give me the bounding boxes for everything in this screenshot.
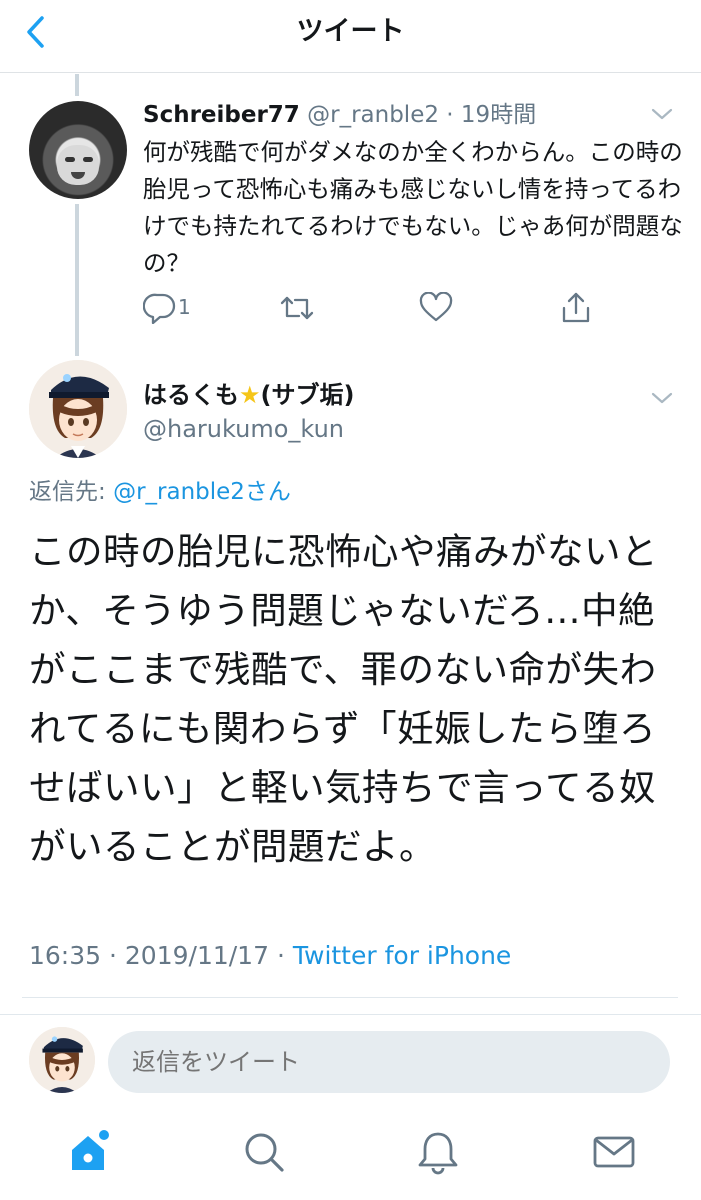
reply-icon xyxy=(142,293,176,325)
tweet-metadata: 16:35 · 2019/11/17 · Twitter for iPhone xyxy=(29,941,512,970)
avatar-illustration xyxy=(29,1027,95,1093)
messages-icon xyxy=(593,1136,635,1168)
tweet-date: 2019/11/17 xyxy=(124,941,269,970)
tab-notifications[interactable] xyxy=(414,1128,462,1176)
tweet-source-link[interactable]: Twitter for iPhone xyxy=(293,941,511,970)
star-icon: ★ xyxy=(239,381,261,409)
tab-home[interactable] xyxy=(66,1128,114,1176)
search-icon xyxy=(245,1133,284,1172)
replying-to: 返信先: @r_ranble2さん xyxy=(29,477,291,507)
author-name-text: はるくも xyxy=(143,381,239,409)
main-more-button[interactable] xyxy=(650,388,674,408)
parent-tweet-text: 何が残酷で何がダメなのか全くわからん。この時の胎児って恐怖心も痛みも感じないし情… xyxy=(143,138,683,277)
tab-search[interactable] xyxy=(240,1128,288,1176)
reply-to-link[interactable]: @r_ranble2さん xyxy=(113,479,291,505)
parent-more-button[interactable] xyxy=(650,104,674,124)
thread-line-top xyxy=(75,74,79,96)
retweet-button[interactable] xyxy=(279,292,315,324)
parent-handle[interactable]: @r_ranble2 xyxy=(307,102,439,128)
reply-input[interactable] xyxy=(108,1031,670,1093)
author-display-name[interactable]: はるくも★(サブ垢) xyxy=(143,378,354,412)
parent-display-name[interactable]: Schreiber77 xyxy=(143,102,300,128)
compose-avatar[interactable] xyxy=(29,1027,95,1093)
chevron-down-icon xyxy=(651,392,673,404)
main-tweet-text: この時の胎児に恐怖心や痛みがないとか、そうゆう問題じゃないだろ…中絶がここまで残… xyxy=(29,530,658,868)
notifications-icon xyxy=(418,1132,458,1175)
like-button[interactable] xyxy=(418,291,454,324)
parent-tweet-header: Schreiber77 @r_ranble2 · 19時間 xyxy=(143,102,537,128)
retweet-icon xyxy=(280,296,314,320)
tab-messages[interactable] xyxy=(590,1128,638,1176)
share-button[interactable] xyxy=(560,292,592,324)
author-handle[interactable]: @harukumo_kun xyxy=(143,413,344,445)
parent-timestamp[interactable]: 19時間 xyxy=(461,102,536,128)
author-avatar[interactable] xyxy=(29,360,127,458)
tweet-time: 16:35 xyxy=(29,941,102,970)
divider xyxy=(22,997,678,998)
chevron-down-icon xyxy=(651,108,673,120)
home-icon xyxy=(72,1130,109,1170)
page-title: ツイート xyxy=(296,16,405,47)
reply-to-label: 返信先: xyxy=(29,479,106,505)
thread-line-bottom xyxy=(75,204,79,356)
reply-count: 1 xyxy=(178,295,191,319)
avatar-illustration xyxy=(29,360,127,458)
heart-icon xyxy=(419,291,453,322)
reply-button[interactable] xyxy=(142,292,177,325)
parent-avatar[interactable] xyxy=(29,101,127,199)
compose-divider xyxy=(0,1014,701,1015)
share-icon xyxy=(562,292,590,323)
author-name-suffix: (サブ垢) xyxy=(260,381,355,409)
